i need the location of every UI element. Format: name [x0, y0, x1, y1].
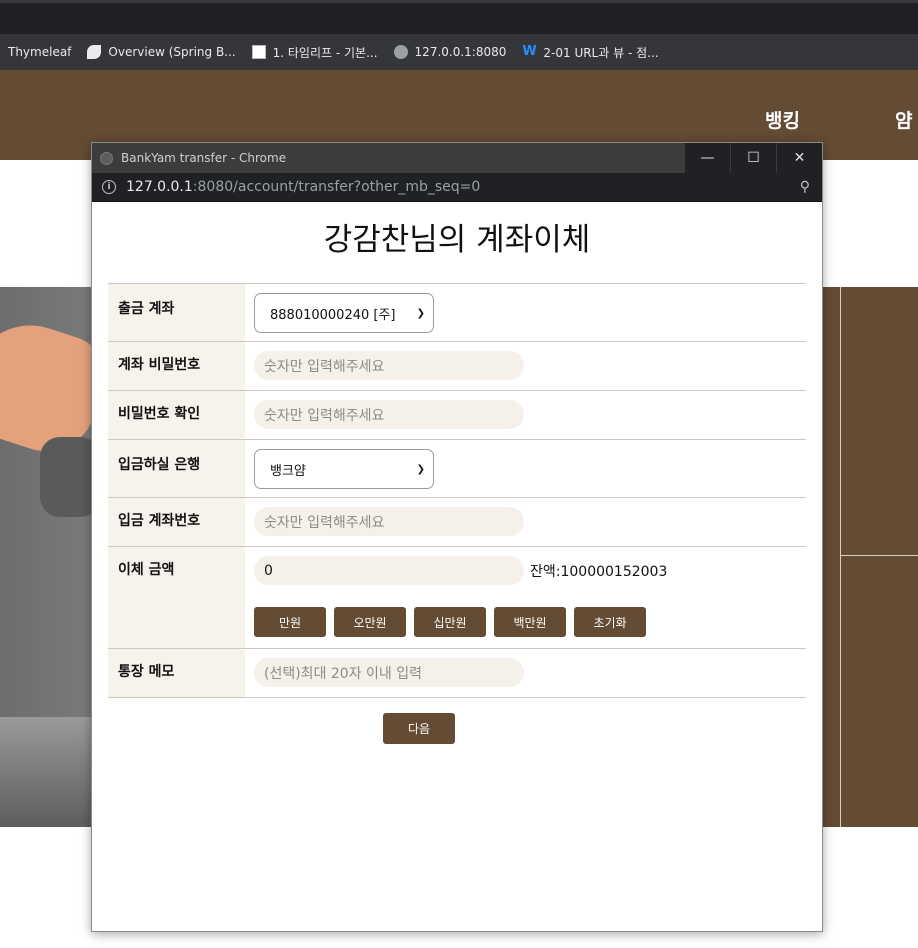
url-host: 127.0.0.1 [126, 179, 193, 195]
transfer-form: 출금 계좌 888010000240 [주] ❯ 계좌 비밀번호 숫자만 입력해… [108, 283, 806, 698]
next-button[interactable]: 다음 [383, 713, 455, 744]
browser-tabstrip [0, 0, 918, 34]
bank-label: 입금하실 은행 [108, 439, 245, 498]
form-row-deposit-account: 입금 계좌번호 숫자만 입력해주세요 [108, 497, 806, 547]
add-10000-button[interactable]: 만원 [254, 607, 326, 637]
popup-titlebar[interactable]: BankYam transfer - Chrome — ☐ ✕ [92, 143, 822, 173]
transfer-popup-window: BankYam transfer - Chrome — ☐ ✕ i 127.0.… [91, 142, 823, 932]
maximize-icon[interactable]: ☐ [730, 143, 776, 173]
form-row-amount: 이체 금액 0 잔액:100000152003 만원 오만원 십만원 백만원 초… [108, 546, 806, 649]
bookmark-label: Thymeleaf [8, 45, 72, 59]
hero-image [0, 287, 92, 827]
bookmark-localhost[interactable]: 127.0.0.1:8080 [386, 45, 515, 59]
bank-value: 뱅크얌 [270, 463, 306, 479]
form-row-memo: 통장 메모 (선택)최대 20자 이내 입력 [108, 648, 806, 698]
password-input[interactable]: 숫자만 입력해주세요 [254, 351, 524, 380]
globe-icon [100, 151, 113, 165]
add-1000000-button[interactable]: 백만원 [494, 607, 566, 637]
form-row-password: 계좌 비밀번호 숫자만 입력해주세요 [108, 341, 806, 391]
w-icon: W [522, 44, 537, 59]
hero-right-panel [822, 287, 918, 827]
bookmarks-bar: Thymeleaf Overview (Spring B... 1. 타임리프 … [0, 34, 918, 70]
deposit-account-input[interactable]: 숫자만 입력해주세요 [254, 507, 524, 536]
form-row-password-confirm: 비밀번호 확인 숫자만 입력해주세요 [108, 390, 806, 440]
balance-text: 잔액:100000152003 [530, 563, 668, 580]
bookmark-label: Overview (Spring B... [108, 45, 236, 59]
bookmark-thymeleaf[interactable]: Thymeleaf [0, 45, 79, 59]
memo-input[interactable]: (선택)최대 20자 이내 입력 [254, 658, 524, 687]
window-controls: — ☐ ✕ [684, 143, 822, 173]
nav-partial-item[interactable]: 얌 [895, 106, 912, 133]
password-label: 계좌 비밀번호 [108, 341, 245, 391]
out-account-select[interactable]: 888010000240 [주] ❯ [254, 293, 434, 333]
info-icon[interactable]: i [102, 180, 116, 194]
bookmark-spring-overview[interactable]: Overview (Spring B... [79, 45, 243, 59]
memo-label: 통장 메모 [108, 648, 245, 698]
password-confirm-label: 비밀번호 확인 [108, 390, 245, 440]
bookmark-thymeleaf-basics[interactable]: 1. 타임리프 - 기본... [244, 44, 386, 61]
out-account-label: 출금 계좌 [108, 283, 245, 342]
chevron-down-icon: ❯ [416, 463, 425, 475]
bank-select[interactable]: 뱅크얌 ❯ [254, 449, 434, 489]
bookmark-label: 127.0.0.1:8080 [414, 45, 507, 59]
leaf-icon [87, 45, 102, 59]
object-graphic [40, 437, 92, 517]
zoom-icon[interactable]: ⚲ [800, 179, 810, 195]
divider [840, 287, 841, 827]
add-50000-button[interactable]: 오만원 [334, 607, 406, 637]
close-icon[interactable]: ✕ [776, 143, 822, 173]
password-confirm-input[interactable]: 숫자만 입력해주세요 [254, 400, 524, 429]
add-100000-button[interactable]: 십만원 [414, 607, 486, 637]
out-account-value: 888010000240 [주] [270, 307, 396, 323]
deposit-account-label: 입금 계좌번호 [108, 497, 245, 547]
globe-icon [393, 45, 408, 59]
bookmark-label: 2-01 URL과 뷰 - 점... [543, 45, 659, 60]
bookmark-url-view[interactable]: W 2-01 URL과 뷰 - 점... [514, 44, 666, 61]
address-bar[interactable]: i 127.0.0.1:8080/account/transfer?other_… [92, 173, 822, 202]
page-title: 강감찬님의 계좌이체 [323, 222, 591, 258]
form-row-bank: 입금하실 은행 뱅크얌 ❯ [108, 439, 806, 498]
window-title: BankYam transfer - Chrome [121, 151, 287, 165]
amount-input[interactable]: 0 [254, 556, 524, 585]
nav-banking[interactable]: 뱅킹 [765, 106, 800, 133]
url-path: :8080/account/transfer?other_mb_seq=0 [192, 179, 481, 195]
reset-amount-button[interactable]: 초기화 [574, 607, 646, 637]
page-icon [251, 45, 266, 59]
divider [840, 555, 918, 556]
chevron-down-icon: ❯ [416, 307, 425, 319]
amount-buttons: 만원 오만원 십만원 백만원 초기화 [254, 607, 806, 637]
minimize-icon[interactable]: — [684, 143, 730, 173]
bookmark-label: 1. 타임리프 - 기본... [272, 45, 378, 60]
amount-label: 이체 금액 [108, 546, 245, 649]
floor-graphic [0, 717, 92, 827]
form-row-out-account: 출금 계좌 888010000240 [주] ❯ [108, 283, 806, 342]
